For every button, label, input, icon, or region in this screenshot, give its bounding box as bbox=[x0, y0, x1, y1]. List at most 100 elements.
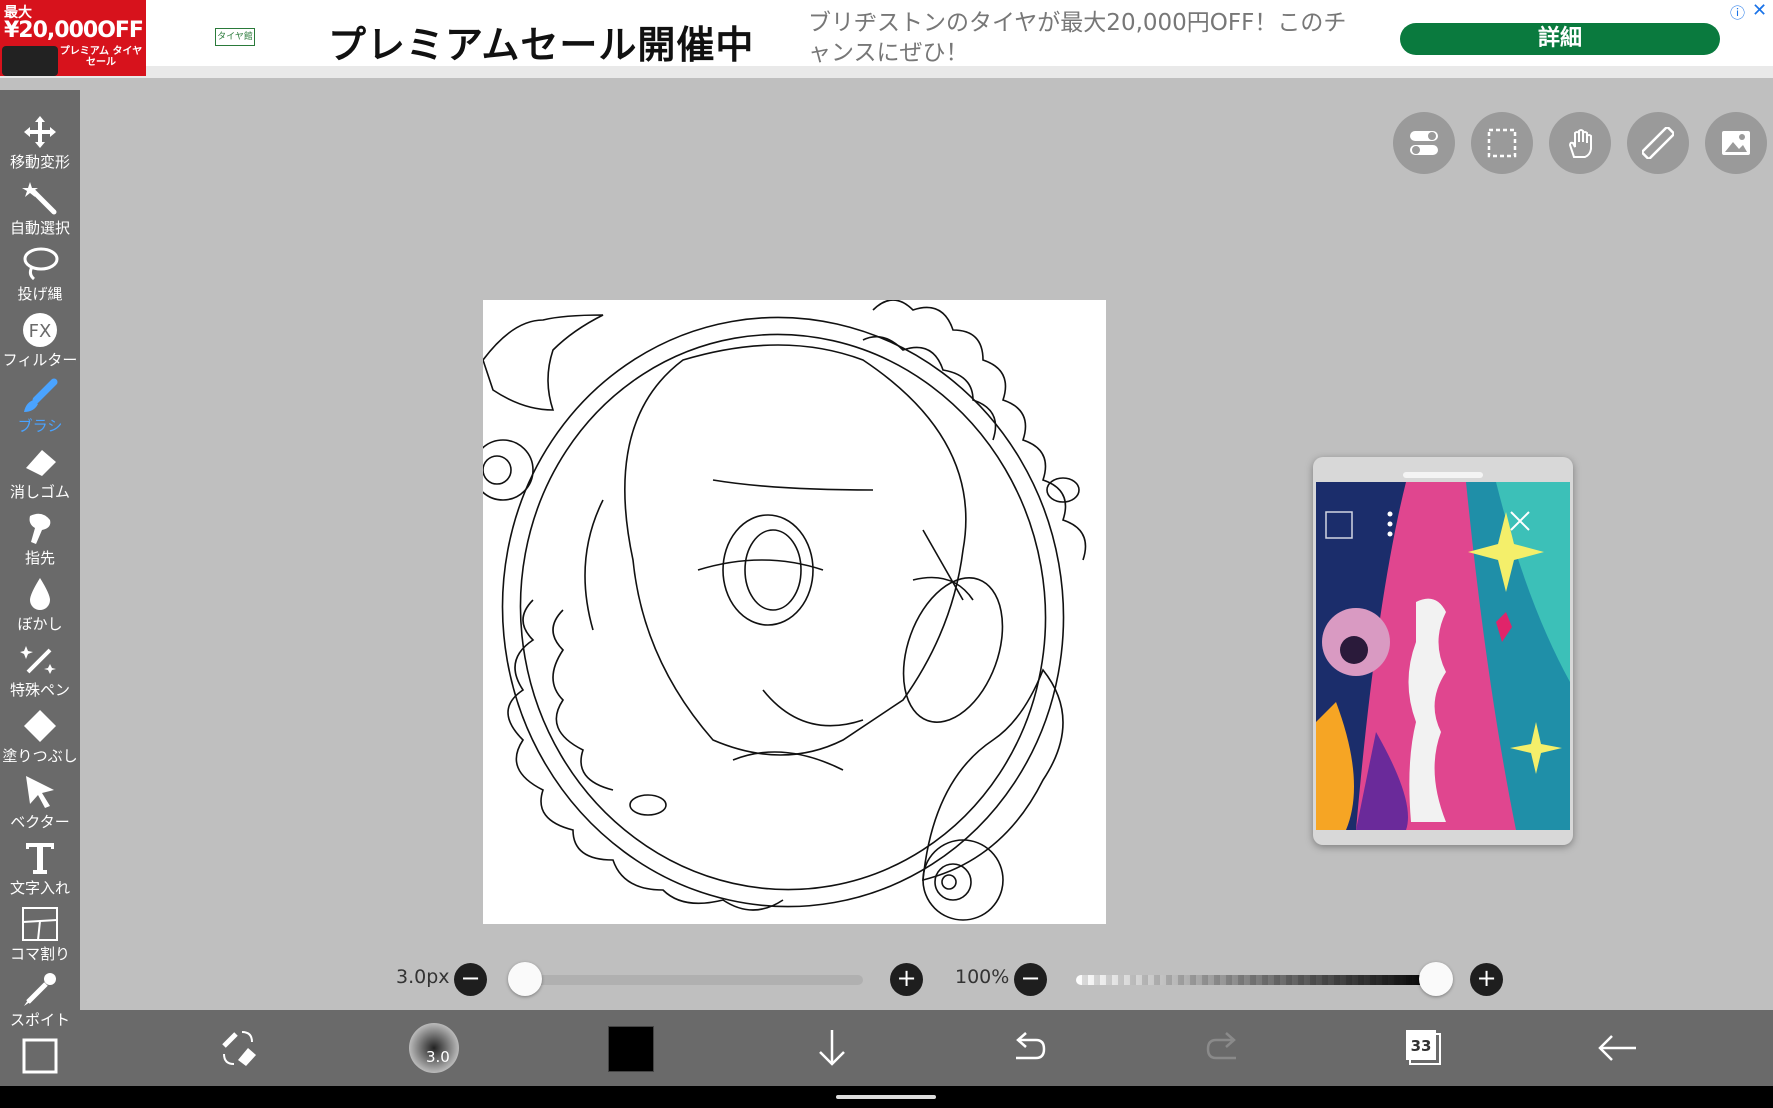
brush-preview-value: 3.0 bbox=[426, 1048, 450, 1066]
tool-label: ベクター bbox=[10, 813, 70, 831]
brush-eraser-swap-icon bbox=[222, 1031, 256, 1066]
opacity-decrease-button[interactable]: − bbox=[1014, 963, 1047, 996]
swap-brush-eraser-button[interactable] bbox=[212, 1022, 264, 1074]
toggle-icon bbox=[1410, 131, 1438, 155]
undo-button[interactable] bbox=[1002, 1022, 1054, 1074]
hand-icon bbox=[1568, 129, 1592, 158]
ad-description[interactable]: ブリヂストンのタイヤが最大20,000円OFF！このチャンスにぜひ！ bbox=[808, 8, 1368, 68]
line-art-sketch bbox=[483, 300, 1087, 921]
back-button[interactable] bbox=[1592, 1022, 1644, 1074]
arrow-left-icon bbox=[1598, 1035, 1636, 1061]
special-pen-icon bbox=[20, 646, 56, 674]
opacity-value: 100% bbox=[955, 966, 1010, 988]
color-swatch-button[interactable] bbox=[608, 1026, 654, 1072]
reference-window[interactable] bbox=[1313, 457, 1573, 845]
layers-button[interactable]: 33 bbox=[1396, 1022, 1448, 1074]
tool-label: 塗りつぶし bbox=[2, 747, 78, 765]
svg-text:FX: FX bbox=[29, 321, 52, 342]
tool-eraser[interactable]: 消しゴム bbox=[0, 438, 80, 504]
ad-logo: タイヤ館 bbox=[215, 28, 255, 46]
app-window: 最大 ¥20,000OFF プレミアム タイヤセール タイヤ館 プレミアムセール… bbox=[0, 0, 1773, 1108]
size-decrease-button[interactable]: − bbox=[454, 963, 487, 996]
tool-move[interactable]: 移動変形 bbox=[0, 108, 80, 174]
tool-brush[interactable]: ブラシ bbox=[0, 372, 80, 438]
frame-divider-icon bbox=[22, 907, 58, 941]
vector-cursor-icon bbox=[26, 776, 54, 808]
selection-button[interactable] bbox=[1471, 112, 1533, 174]
brush-size-slider[interactable] bbox=[525, 975, 863, 985]
tool-label: フィルター bbox=[2, 351, 78, 369]
tool-auto-select[interactable]: 自動選択 bbox=[0, 174, 80, 240]
ad-image-big-text: ¥20,000OFF bbox=[4, 18, 144, 43]
tool-fill[interactable]: 塗りつぶし bbox=[0, 702, 80, 768]
tool-more[interactable] bbox=[0, 1032, 80, 1074]
move-icon bbox=[24, 116, 56, 148]
layers-count: 33 bbox=[1410, 1037, 1432, 1055]
home-indicator[interactable] bbox=[836, 1095, 936, 1099]
opacity-handle[interactable] bbox=[1419, 962, 1453, 996]
tool-sidebar: 移動変形 自動選択 投げ縄 FX フィルター ブラシ 消しゴム 指先 ぼかし 特… bbox=[0, 90, 80, 1090]
tire-image bbox=[2, 46, 58, 76]
tool-label: スポイト bbox=[9, 1011, 70, 1029]
hand-button[interactable] bbox=[1549, 112, 1611, 174]
undo-icon bbox=[1016, 1032, 1046, 1060]
tool-label: コマ割り bbox=[9, 945, 70, 963]
eraser-icon bbox=[26, 450, 56, 476]
tool-finger[interactable]: 指先 bbox=[0, 504, 80, 570]
redo-icon bbox=[1206, 1032, 1236, 1060]
toggle-button[interactable] bbox=[1393, 112, 1455, 174]
lasso-icon bbox=[23, 247, 59, 281]
info-icon[interactable]: ⓘ bbox=[1730, 2, 1745, 23]
close-icon[interactable]: ✕ bbox=[1752, 0, 1767, 21]
reference-image-icon bbox=[1722, 131, 1750, 155]
tool-frame-divider[interactable]: コマ割り bbox=[0, 900, 80, 966]
ad-image-tag: プレミアム タイヤセール bbox=[59, 46, 143, 68]
brush-icon bbox=[24, 378, 58, 412]
redo-button[interactable] bbox=[1198, 1022, 1250, 1074]
magic-wand-icon bbox=[22, 182, 57, 215]
tool-text[interactable]: 文字入れ bbox=[0, 834, 80, 900]
tool-filter[interactable]: FX フィルター bbox=[0, 306, 80, 372]
blur-drop-icon bbox=[30, 578, 50, 610]
selection-icon bbox=[1487, 128, 1517, 158]
system-nav-bar bbox=[0, 1086, 1773, 1108]
tool-eyedropper[interactable]: スポイト bbox=[0, 966, 80, 1032]
reference-artwork bbox=[1316, 482, 1570, 830]
opacity-increase-button[interactable]: + bbox=[1470, 963, 1503, 996]
download-button[interactable] bbox=[806, 1022, 858, 1074]
tool-label: 指先 bbox=[24, 549, 55, 567]
ad-banner[interactable]: 最大 ¥20,000OFF プレミアム タイヤセール タイヤ館 プレミアムセール… bbox=[0, 0, 1773, 78]
tool-lasso[interactable]: 投げ縄 bbox=[0, 240, 80, 306]
ruler-icon bbox=[1642, 127, 1674, 159]
tool-vector[interactable]: ベクター bbox=[0, 768, 80, 834]
ruler-button[interactable] bbox=[1627, 112, 1689, 174]
bottom-toolbar: 3.0 33 bbox=[80, 1010, 1773, 1086]
brush-preview-button[interactable]: 3.0 bbox=[408, 1022, 460, 1074]
finger-icon bbox=[29, 513, 51, 544]
reference-drag-handle[interactable] bbox=[1403, 472, 1483, 478]
tool-label: 特殊ペン bbox=[9, 681, 70, 699]
brush-size-value: 3.0px bbox=[396, 966, 450, 988]
opacity-slider[interactable] bbox=[1076, 975, 1436, 985]
reference-menu-icon[interactable] bbox=[1387, 511, 1393, 537]
tool-label: 消しゴム bbox=[9, 483, 70, 501]
ad-image[interactable]: 最大 ¥20,000OFF プレミアム タイヤセール bbox=[0, 0, 146, 76]
arrow-down-icon bbox=[819, 1030, 845, 1066]
tool-special-pen[interactable]: 特殊ペン bbox=[0, 636, 80, 702]
brush-size-handle[interactable] bbox=[508, 962, 542, 996]
reference-image-button[interactable] bbox=[1705, 112, 1767, 174]
drawing-canvas[interactable] bbox=[483, 300, 1106, 924]
tool-label: ブラシ bbox=[17, 417, 63, 435]
ad-title[interactable]: プレミアムセール開催中 bbox=[328, 14, 754, 69]
tool-label: 自動選択 bbox=[9, 219, 70, 237]
canvas-frame-icon bbox=[22, 1038, 58, 1074]
tool-label: 文字入れ bbox=[9, 879, 70, 897]
tool-label: 移動変形 bbox=[9, 153, 70, 171]
fx-icon: FX bbox=[23, 313, 57, 347]
ad-cta-button[interactable]: 詳細 bbox=[1400, 23, 1720, 55]
size-increase-button[interactable]: + bbox=[890, 963, 923, 996]
fill-bucket-icon bbox=[24, 710, 56, 742]
reference-image bbox=[1316, 482, 1570, 830]
tool-label: 投げ縄 bbox=[17, 285, 63, 303]
tool-blur[interactable]: ぼかし bbox=[0, 570, 80, 636]
